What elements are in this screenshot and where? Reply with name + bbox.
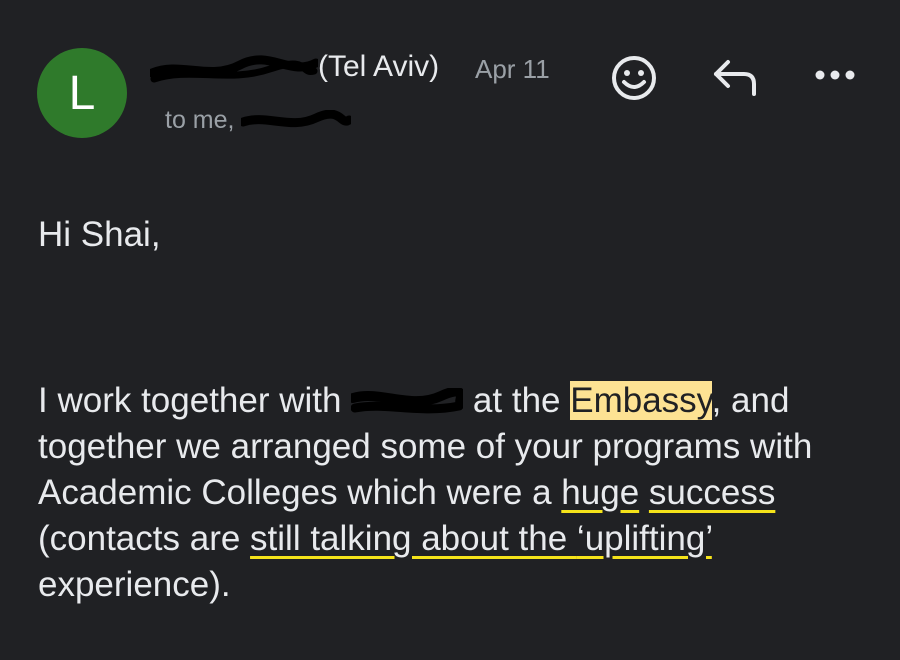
sender-name[interactable]: (Tel Aviv): [150, 50, 439, 84]
more-horizontal-icon[interactable]: [812, 60, 858, 90]
paragraph-text: I work together with: [38, 381, 352, 420]
paragraph-text: (contacts are: [38, 519, 251, 558]
reply-icon[interactable]: [710, 54, 762, 100]
redaction-scribble: [351, 387, 464, 418]
avatar-letter: L: [68, 66, 96, 120]
greeting: Hi Shai,: [38, 215, 161, 254]
underlined-text: ‘uplifting’: [576, 519, 712, 558]
paragraph-text: together we arranged some of your progra…: [38, 427, 741, 466]
underlined-text: huge: [561, 473, 640, 512]
underlined-text: still talking about the: [250, 519, 577, 558]
recipients-line[interactable]: to me,: [165, 106, 352, 135]
email-date: Apr 11: [475, 54, 550, 84]
highlighted-word: Embassy: [570, 381, 712, 420]
redaction-scribble: [241, 110, 352, 132]
emoji-smile-icon[interactable]: [608, 52, 660, 104]
underlined-text: success: [648, 473, 776, 512]
message-paragraph: I work together with at the Embassy, and…: [38, 378, 868, 608]
paragraph-text: , and: [711, 381, 790, 420]
paragraph-text: at the: [463, 381, 571, 420]
recipients-prefix: to me,: [165, 106, 235, 134]
redaction-scribble: [150, 55, 318, 83]
paragraph-text: experience).: [38, 565, 231, 604]
sender-location: (Tel Aviv): [318, 50, 440, 83]
avatar[interactable]: L: [37, 48, 127, 138]
